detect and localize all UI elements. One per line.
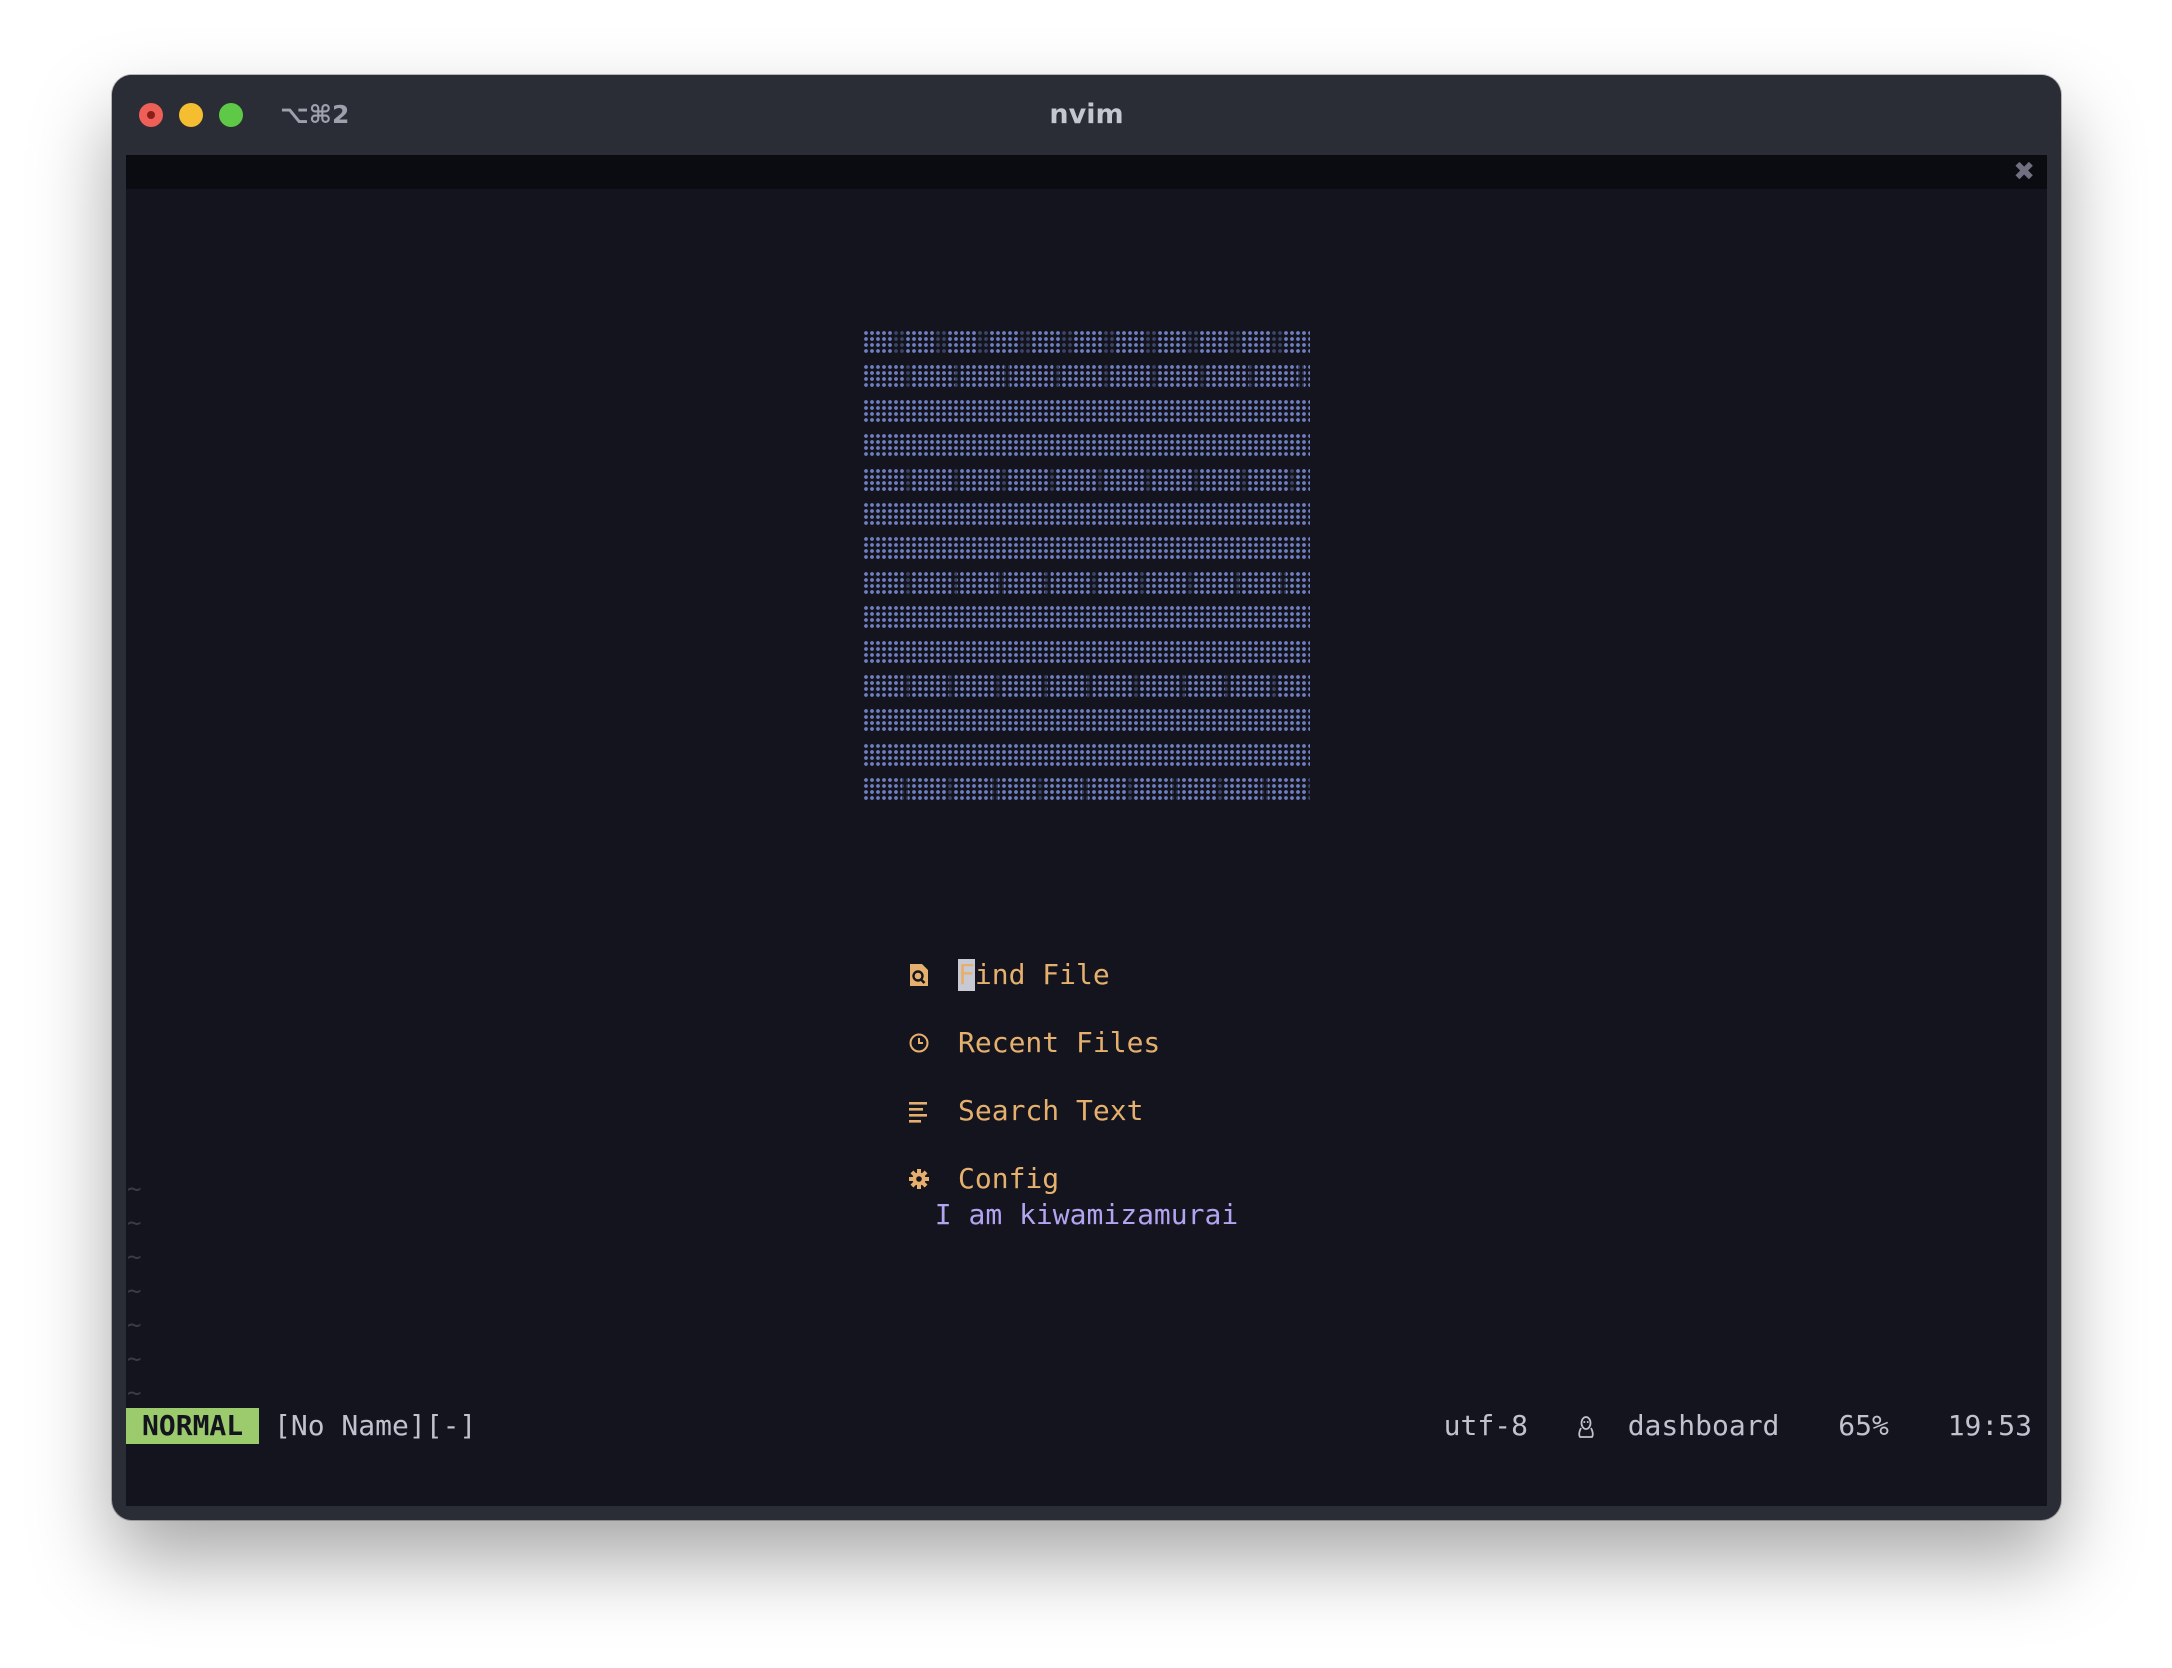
window-title: nvim <box>1049 99 1124 130</box>
tab-close-icon[interactable]: ✖ <box>2013 155 2035 189</box>
ascii-art-row <box>863 467 1310 492</box>
empty-line-marker: ~ <box>127 1345 142 1373</box>
empty-line-marker: ~ <box>127 1175 142 1203</box>
empty-line-marker: ~ <box>127 1277 142 1305</box>
tabline: ✖ <box>126 155 2047 189</box>
cursor-position: 19:53 <box>1947 1409 2032 1442</box>
ascii-art-row <box>863 777 1310 802</box>
ascii-art-row <box>863 639 1310 664</box>
ascii-art-row <box>863 674 1310 698</box>
text-lines-icon <box>906 1086 934 1136</box>
buffer-name: [No Name][-] <box>274 1409 477 1442</box>
ascii-art-row <box>863 502 1310 526</box>
nvim-editor[interactable]: ✖ Find File Recent Files Search Text Con… <box>126 155 2047 1506</box>
ascii-art-row <box>863 536 1310 561</box>
search-file-icon <box>906 950 934 1000</box>
file-encoding: utf-8 <box>1443 1409 1528 1442</box>
empty-line-marker: ~ <box>127 1311 142 1339</box>
ascii-art-row <box>863 605 1310 630</box>
ascii-art-row <box>863 364 1310 389</box>
ascii-art-row <box>863 398 1310 423</box>
dashboard-footer: I am kiwamizamurai <box>934 1198 1239 1231</box>
scroll-progress: 65% <box>1838 1409 1889 1442</box>
ascii-art-row <box>863 570 1310 595</box>
ascii-art-row <box>863 708 1310 733</box>
file-type: dashboard <box>1627 1409 1780 1442</box>
statusline: NORMAL [No Name][-] utf-8 dashboard 65% … <box>126 1408 2047 1444</box>
ascii-art-row <box>863 742 1310 767</box>
menu-item-search-text[interactable]: Search Text <box>906 1086 1266 1136</box>
ascii-art-logo <box>863 330 1310 806</box>
menu-item-find-file[interactable]: Find File <box>906 950 1266 1000</box>
terminal-window: ⌥⌘2 nvim ✖ Find File Recent Files Search… <box>112 75 2061 1520</box>
empty-line-marker: ~ <box>127 1379 142 1407</box>
menu-label-find-file: Find File <box>958 958 1110 991</box>
mode-indicator: NORMAL <box>126 1408 260 1444</box>
menu-label-search-text: Search Text <box>958 1094 1144 1127</box>
empty-line-marker: ~ <box>127 1243 142 1271</box>
linux-icon <box>1578 1416 1594 1438</box>
empty-line-marker: ~ <box>127 1209 142 1237</box>
ascii-art-row <box>863 433 1310 458</box>
ascii-art-row <box>863 330 1310 354</box>
title-bar: ⌥⌘2 nvim <box>112 75 2061 155</box>
menu-label-recent-files: Recent Files <box>958 1026 1161 1059</box>
clock-icon <box>906 1018 934 1068</box>
menu-item-recent-files[interactable]: Recent Files <box>906 1018 1266 1068</box>
statusline-right: utf-8 dashboard 65% 19:53 <box>1444 1408 2032 1444</box>
